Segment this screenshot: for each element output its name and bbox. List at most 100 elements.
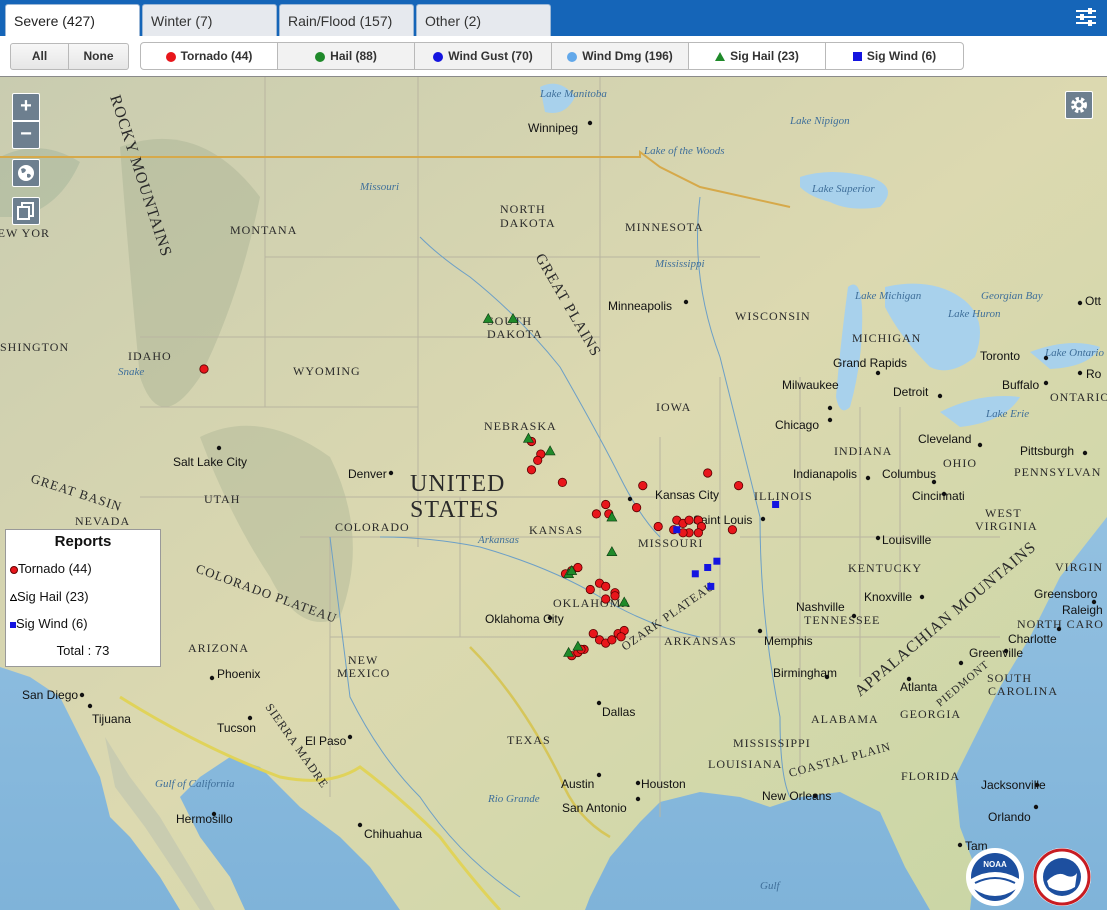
map-label: UNITED (410, 471, 505, 497)
city-marker (635, 780, 641, 786)
tornado-report-marker[interactable] (591, 509, 602, 519)
map-settings-button[interactable] (1065, 91, 1093, 119)
city-marker (875, 535, 881, 541)
sig-wind-report-marker[interactable] (704, 564, 712, 571)
map-label: ARIZONA (188, 641, 249, 655)
select-none-button[interactable]: None (68, 43, 129, 70)
map-label: Greenville (969, 646, 1023, 660)
layers-icon (17, 202, 34, 220)
city-marker (812, 793, 818, 799)
city-marker (388, 470, 394, 476)
tornado-report-marker[interactable] (588, 628, 598, 639)
map-label: Memphis (764, 634, 813, 648)
tornado-report-marker[interactable] (573, 562, 583, 573)
map-label: Grand Rapids (833, 356, 907, 370)
tornado-report-marker[interactable] (557, 477, 568, 487)
map-label: TEXAS (507, 733, 551, 747)
city-marker (596, 772, 602, 778)
tornado-report-marker[interactable] (607, 635, 617, 645)
sig-wind-report-marker[interactable] (713, 557, 721, 565)
tornado-report-marker[interactable] (601, 499, 611, 510)
tab-winter[interactable]: Winter (7) (142, 4, 277, 36)
tornado-report-marker[interactable] (631, 502, 642, 513)
tornado-report-marker[interactable] (601, 581, 611, 591)
city-marker (1043, 380, 1049, 386)
tornado-report-marker[interactable] (684, 515, 694, 525)
map-label: Missouri (359, 181, 399, 193)
map-label: Lake Superior (811, 183, 875, 195)
zoom-out-button[interactable]: − (12, 121, 40, 149)
map-label: Chicago (775, 418, 819, 432)
circle-icon (315, 51, 326, 62)
sig-wind-report-marker[interactable] (673, 526, 681, 534)
map-canvas[interactable]: MONTANANORTHDAKOTASOUTHDAKOTAMINNESOTAWI… (0, 77, 1107, 910)
city-marker (547, 615, 553, 621)
map-label: FLORIDA (901, 769, 960, 783)
map-label: KANSAS (529, 523, 583, 537)
tornado-report-marker[interactable] (693, 528, 704, 538)
map-label: Winnipeg (528, 121, 578, 135)
map-label: SOUTH (987, 671, 1032, 685)
tornado-report-marker[interactable] (601, 594, 611, 604)
map-label: PENNSYLVAN (1014, 465, 1101, 479)
tornado-report-marker[interactable] (733, 480, 744, 491)
tornado-report-marker[interactable] (533, 455, 543, 465)
tornado-report-marker[interactable] (727, 525, 738, 535)
map-label: IDAHO (128, 349, 172, 363)
sliders-icon[interactable] (1075, 7, 1097, 27)
map-label: Lake Ontario (1044, 347, 1104, 359)
tornado-report-marker[interactable] (616, 632, 626, 642)
tab-other[interactable]: Other (2) (416, 4, 551, 36)
tab-severe[interactable]: Severe (427) (5, 4, 140, 37)
map-label: WYOMING (293, 364, 361, 378)
map-label: San Antonio (562, 801, 627, 815)
tornado-report-marker[interactable] (585, 584, 595, 595)
map-label: Atlanta (900, 680, 938, 694)
map-label: Salt Lake City (173, 455, 247, 469)
filter-sig-wind-button[interactable]: Sig Wind (6) (825, 42, 964, 70)
city-marker (827, 405, 833, 411)
map-label: Kansas City (655, 488, 719, 502)
filter-wind-gust-button[interactable]: Wind Gust (70) (414, 42, 552, 70)
top-bar: Severe (427) Winter (7) Rain/Flood (157)… (0, 0, 1107, 37)
map-label: NEBRASKA (484, 419, 557, 433)
sig-wind-report-marker[interactable] (772, 501, 780, 508)
map-label: STATES (410, 497, 499, 523)
tornado-report-marker[interactable] (703, 468, 713, 478)
city-marker (977, 442, 983, 448)
filter-tornado-button[interactable]: Tornado (44) (140, 42, 278, 70)
tab-rain-flood[interactable]: Rain/Flood (157) (279, 4, 414, 36)
city-marker (1082, 450, 1088, 456)
tornado-report-marker[interactable] (653, 521, 663, 532)
map-view[interactable]: MONTANANORTHDAKOTASOUTHDAKOTAMINNESOTAWI… (0, 76, 1107, 910)
city-marker (757, 628, 763, 634)
tornado-report-marker[interactable] (526, 465, 537, 475)
city-marker (958, 660, 964, 666)
map-label: LOUISIANA (708, 757, 782, 771)
globe-button[interactable] (12, 159, 40, 187)
filter-wind-dmg-button[interactable]: Wind Dmg (196) (551, 42, 689, 70)
map-label: GEORGIA (900, 707, 961, 721)
city-marker (247, 715, 253, 721)
tornado-report-marker[interactable] (638, 480, 648, 491)
filter-hail-button[interactable]: Hail (88) (277, 42, 415, 70)
select-all-button[interactable]: All (10, 43, 69, 70)
circle-icon (433, 51, 444, 62)
filter-sig-hail-button[interactable]: Sig Hail (23) (688, 42, 826, 70)
map-label: MONTANA (230, 223, 297, 237)
city-marker (635, 796, 641, 802)
triangle-icon (715, 51, 726, 61)
map-label: Louisville (882, 533, 932, 547)
map-label: Snake (118, 366, 144, 378)
tornado-report-marker[interactable] (610, 591, 620, 601)
city-marker (827, 417, 833, 423)
basemap-button[interactable] (12, 197, 40, 225)
map-label: Raleigh (1062, 603, 1103, 617)
legend-sig-wind: Sig Wind (6) (10, 616, 88, 631)
tornado-report-marker[interactable] (199, 364, 209, 374)
city-marker (931, 479, 937, 485)
sig-wind-report-marker[interactable] (691, 570, 699, 578)
zoom-in-button[interactable]: + (12, 93, 40, 121)
sig-wind-report-marker[interactable] (707, 582, 715, 590)
map-label: Greensboro (1034, 587, 1098, 601)
